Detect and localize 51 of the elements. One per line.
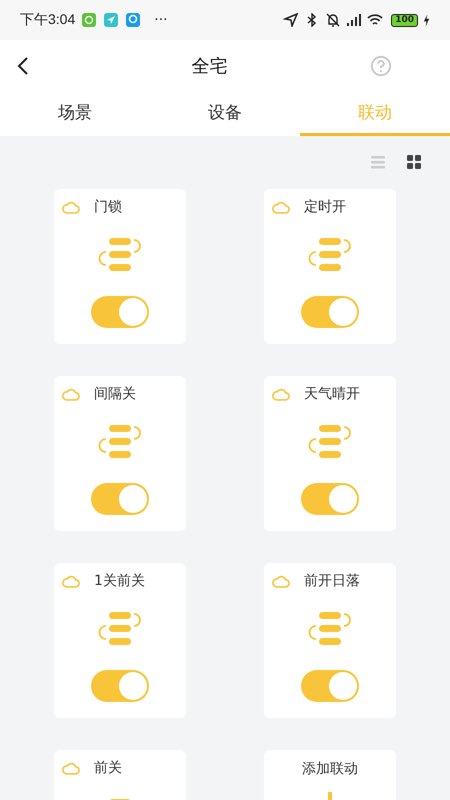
location-icon [283, 13, 300, 27]
card-title: 前关 [94, 759, 122, 777]
linkage-card[interactable]: 添加联动 [264, 750, 396, 800]
cloud-icon [272, 200, 290, 214]
grid-view-icon[interactable] [406, 154, 422, 170]
cloud-icon [62, 574, 80, 588]
card-title: 天气晴开 [304, 385, 360, 403]
back-icon[interactable] [17, 56, 29, 76]
linkage-icon [308, 237, 352, 273]
linkage-card[interactable]: 门锁 [54, 189, 186, 344]
signal-icon [346, 13, 362, 27]
linkage-card[interactable]: 天气晴开 [264, 376, 396, 531]
cloud-icon [272, 388, 290, 400]
linkage-icon [98, 424, 142, 460]
app-icon [126, 13, 140, 27]
toggle-switch[interactable] [301, 670, 359, 702]
linkage-card[interactable]: 间隔关 [54, 376, 186, 531]
toggle-switch[interactable] [91, 483, 149, 515]
linkage-card[interactable]: 定时开 [264, 189, 396, 344]
bell-muted-icon [325, 13, 342, 27]
status-time: 下午3:04 [20, 11, 76, 29]
card-title: 门锁 [94, 198, 122, 216]
toggle-switch[interactable] [301, 483, 359, 515]
charging-icon [423, 14, 430, 26]
card-title: 间隔关 [94, 385, 136, 403]
help-icon[interactable] [370, 55, 392, 77]
send-app-icon [104, 13, 118, 27]
cloud-icon [272, 574, 290, 588]
linkage-card[interactable]: 1关前关 [54, 563, 186, 718]
linkage-icon [308, 611, 352, 647]
card-title: 前开日落 [304, 572, 360, 590]
toggle-switch[interactable] [91, 670, 149, 702]
page-title: 全宅 [192, 55, 228, 78]
more-notifications: ··· [154, 12, 168, 28]
linkage-icon [98, 237, 142, 273]
toggle-switch[interactable] [91, 296, 149, 328]
linkage-card[interactable]: 前开日落 [264, 563, 396, 718]
linkage-card[interactable]: 前关 [54, 750, 186, 800]
card-title: 添加联动 [302, 760, 358, 778]
toggle-switch[interactable] [301, 296, 359, 328]
cloud-icon [62, 200, 80, 214]
app-icon [82, 13, 96, 27]
wifi-icon [367, 13, 384, 27]
linkage-icon [98, 611, 142, 647]
battery-level: 100 [391, 14, 418, 26]
card-title: 1关前关 [94, 572, 145, 590]
linkage-icon [308, 424, 352, 460]
cloud-icon [62, 762, 80, 774]
cloud-icon [62, 388, 80, 400]
card-title: 定时开 [304, 198, 346, 216]
list-view-icon[interactable] [370, 154, 386, 170]
